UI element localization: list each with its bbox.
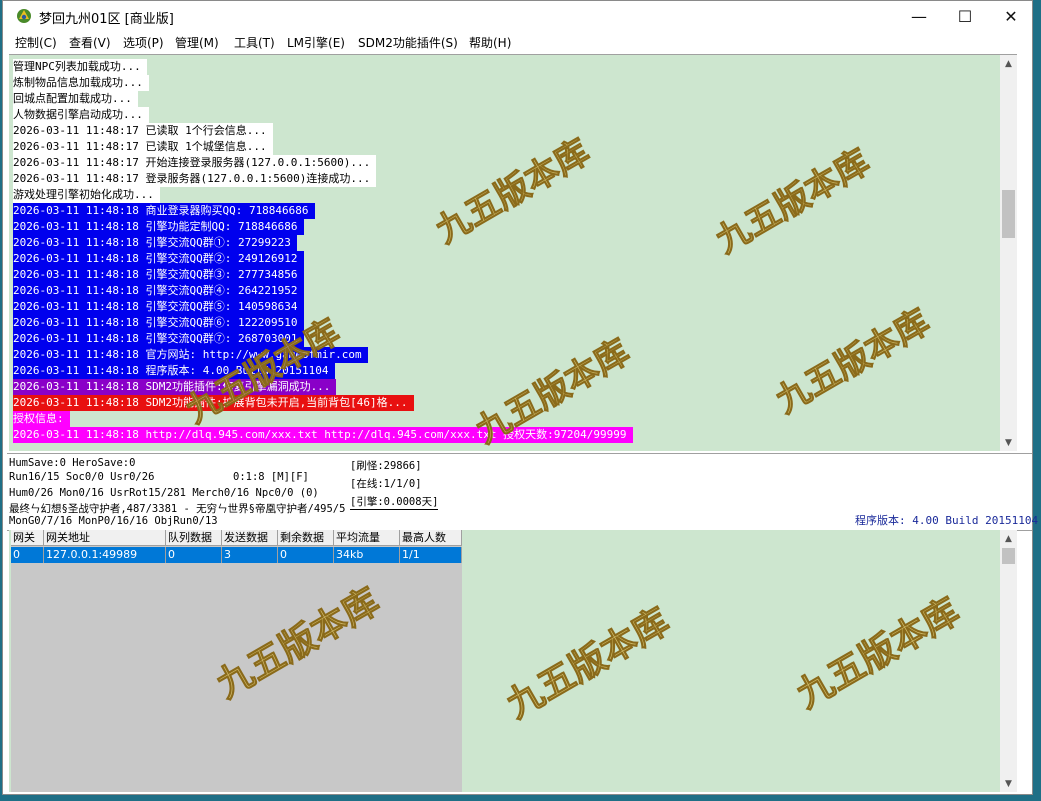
gateway-grid[interactable]: 网关 网关地址 队列数据 发送数据 剩余数据 平均流量 最高人数 0 127.0… [11, 530, 462, 792]
svg-text:九五版本库: 九五版本库 [429, 132, 596, 252]
scroll-thumb[interactable] [1002, 548, 1015, 564]
log-line: 2026-03-11 11:48:18 引擎交流QQ群②: 249126912 [13, 251, 304, 267]
log-panel[interactable]: 管理NPC列表加载成功... 炼制物品信息加载成功... 回城点配置加载成功... 人… [9, 54, 1017, 451]
status-uptime: 0:1:8 [M][F] [233, 471, 309, 483]
version-label: 程序版本: 4.00 Build 20151104 [855, 514, 1039, 527]
svg-text:九五版本库: 九五版本库 [769, 302, 936, 422]
log-line: 2026-03-11 11:48:18 SDM2功能插件:扩展背包未开启,当前背… [13, 395, 414, 411]
status-run: Run16/15 Soc0/0 Usr0/26 [9, 471, 155, 483]
scroll-up-icon[interactable]: ▲ [1000, 530, 1017, 547]
menu-sdm2-plugin[interactable]: SDM2功能插件(S) [358, 34, 458, 51]
svg-text:九五版本库: 九五版本库 [500, 600, 677, 726]
menu-view[interactable]: 查看(V) [69, 34, 111, 51]
log-line: 游戏处理引擎初始化成功... [13, 187, 160, 203]
minimize-icon: — [911, 6, 927, 26]
title-bar: 梦回九州01区 [商业版] — ☐ ✕ [3, 1, 1032, 31]
table-row[interactable]: 3 [222, 547, 278, 563]
menu-help[interactable]: 帮助(H) [469, 34, 511, 51]
svg-text:九五版本库: 九五版本库 [790, 590, 967, 716]
log-line: 2026-03-11 11:48:17 登录服务器(127.0.0.1:5600… [13, 171, 377, 187]
gateway-panel: 网关 网关地址 队列数据 发送数据 剩余数据 平均流量 最高人数 0 127.0… [9, 530, 1017, 792]
status-counts: Hum0/26 Mon0/16 UsrRot15/281 Merch0/16 N… [9, 487, 319, 499]
log-line: 回城点配置加载成功... [13, 91, 138, 107]
log-line: 2026-03-11 11:48:18 引擎交流QQ群③: 277734856 [13, 267, 304, 283]
log-line: 2026-03-11 11:48:18 引擎交流QQ群①: 27299223 [13, 235, 297, 251]
log-line: 2026-03-11 11:48:18 引擎交流QQ群⑥: 122209510 [13, 315, 304, 331]
log-line: 授权信息: [13, 411, 70, 427]
monster-refresh-box: [刷怪:29866] [350, 460, 422, 472]
log-line: 管理NPC列表加载成功... [13, 59, 147, 75]
log-line: 2026-03-11 11:48:18 引擎交流QQ群④: 264221952 [13, 283, 304, 299]
col-header-queue[interactable]: 队列数据 [166, 530, 222, 546]
log-line: 2026-03-11 11:48:18 引擎功能定制QQ: 718846686 [13, 219, 304, 235]
maximize-button[interactable]: ☐ [942, 1, 988, 31]
scroll-down-icon[interactable]: ▼ [1000, 775, 1017, 792]
watermark-logo: 九五版本库 [789, 590, 967, 717]
menu-manage[interactable]: 管理(M) [175, 34, 219, 51]
log-line: 2026-03-11 11:48:18 程序版本: 4.00 Build 201… [13, 363, 335, 379]
col-header-remaining[interactable]: 剩余数据 [278, 530, 334, 546]
menu-options[interactable]: 选项(P) [123, 34, 164, 51]
status-guild-war: 最终ㄣ幻想§圣战守护者,487/3381 - 无穷ㄣ世界§帝凰守护者/495/5 [9, 503, 346, 515]
gateway-scrollbar[interactable]: ▲ ▼ [1000, 530, 1017, 792]
log-line: 2026-03-11 11:48:18 引擎交流QQ群⑤: 140598634 [13, 299, 304, 315]
table-row[interactable]: 127.0.0.1:49989 [44, 547, 166, 563]
col-header-sent[interactable]: 发送数据 [222, 530, 278, 546]
scroll-up-icon[interactable]: ▲ [1000, 55, 1017, 72]
close-icon: ✕ [1004, 6, 1018, 26]
log-scrollbar[interactable]: ▲ ▼ [1000, 55, 1017, 451]
scroll-thumb[interactable] [1002, 190, 1015, 238]
table-row[interactable]: 0 [11, 547, 44, 563]
log-line: 2026-03-11 11:48:18 http://dlq.945.com/x… [13, 427, 633, 443]
col-header-gate[interactable]: 网关 [11, 530, 44, 546]
window-title: 梦回九州01区 [商业版] [39, 12, 174, 27]
menu-lm-engine[interactable]: LM引擎(E) [287, 34, 345, 51]
minimize-button[interactable]: — [896, 1, 942, 31]
menu-bar: 控制(C) 查看(V) 选项(P) 管理(M) 工具(T) LM引擎(E) SD… [3, 31, 1032, 53]
col-header-traffic[interactable]: 平均流量 [334, 530, 400, 546]
watermark-logo: 九五版本库 [429, 131, 597, 252]
log-line: 炼制物品信息加载成功... [13, 75, 149, 91]
watermark-logo: 九五版本库 [499, 600, 677, 727]
table-row[interactable]: 0 [278, 547, 334, 563]
log-line: 2026-03-11 11:48:17 已读取 1个行会信息... [13, 123, 273, 139]
app-icon [17, 9, 31, 23]
log-line: 2026-03-11 11:48:18 引擎交流QQ群⑦: 268703001 [13, 331, 304, 347]
status-panel: HumSave:0 HeroSave:0 Run16/15 Soc0/0 Usr… [7, 453, 1038, 531]
log-line: 2026-03-11 11:48:18 官方网站: http://www.gam… [13, 347, 368, 363]
status-monsters: MonG0/7/16 MonP0/16/16 ObjRun0/13 [9, 515, 218, 527]
col-header-address[interactable]: 网关地址 [44, 530, 166, 546]
table-row[interactable]: 34kb [334, 547, 400, 563]
log-line: 2026-03-11 11:48:17 开始连接登录服务器(127.0.0.1:… [13, 155, 377, 171]
scroll-down-icon[interactable]: ▼ [1000, 434, 1017, 451]
log-line: 2026-03-11 11:48:18 SDM2功能插件:修复引擎漏洞成功... [13, 379, 337, 395]
status-save: HumSave:0 HeroSave:0 [9, 457, 136, 469]
close-button[interactable]: ✕ [988, 1, 1034, 31]
server-window: 梦回九州01区 [商业版] — ☐ ✕ 控制(C) 查看(V) 选项(P) 管理… [2, 0, 1038, 795]
menu-tools[interactable]: 工具(T) [234, 34, 275, 51]
maximize-icon: ☐ [957, 6, 973, 26]
svg-text:九五版本库: 九五版本库 [709, 142, 876, 262]
col-header-max-users[interactable]: 最高人数 [400, 530, 462, 546]
table-row[interactable]: 0 [166, 547, 222, 563]
log-line: 人物数据引擎启动成功... [13, 107, 149, 123]
engine-days-box: [引擎:0.0008天] [350, 496, 439, 510]
log-line: 2026-03-11 11:48:17 已读取 1个城堡信息... [13, 139, 273, 155]
online-box: [在线:1/1/0] [350, 478, 422, 490]
table-row[interactable]: 1/1 [400, 547, 462, 563]
log-line: 2026-03-11 11:48:18 商业登录器购买QQ: 718846686 [13, 203, 315, 219]
menu-control[interactable]: 控制(C) [15, 34, 57, 51]
watermark-logo: 九五版本库 [709, 141, 877, 262]
watermark-logo: 九五版本库 [769, 301, 937, 422]
